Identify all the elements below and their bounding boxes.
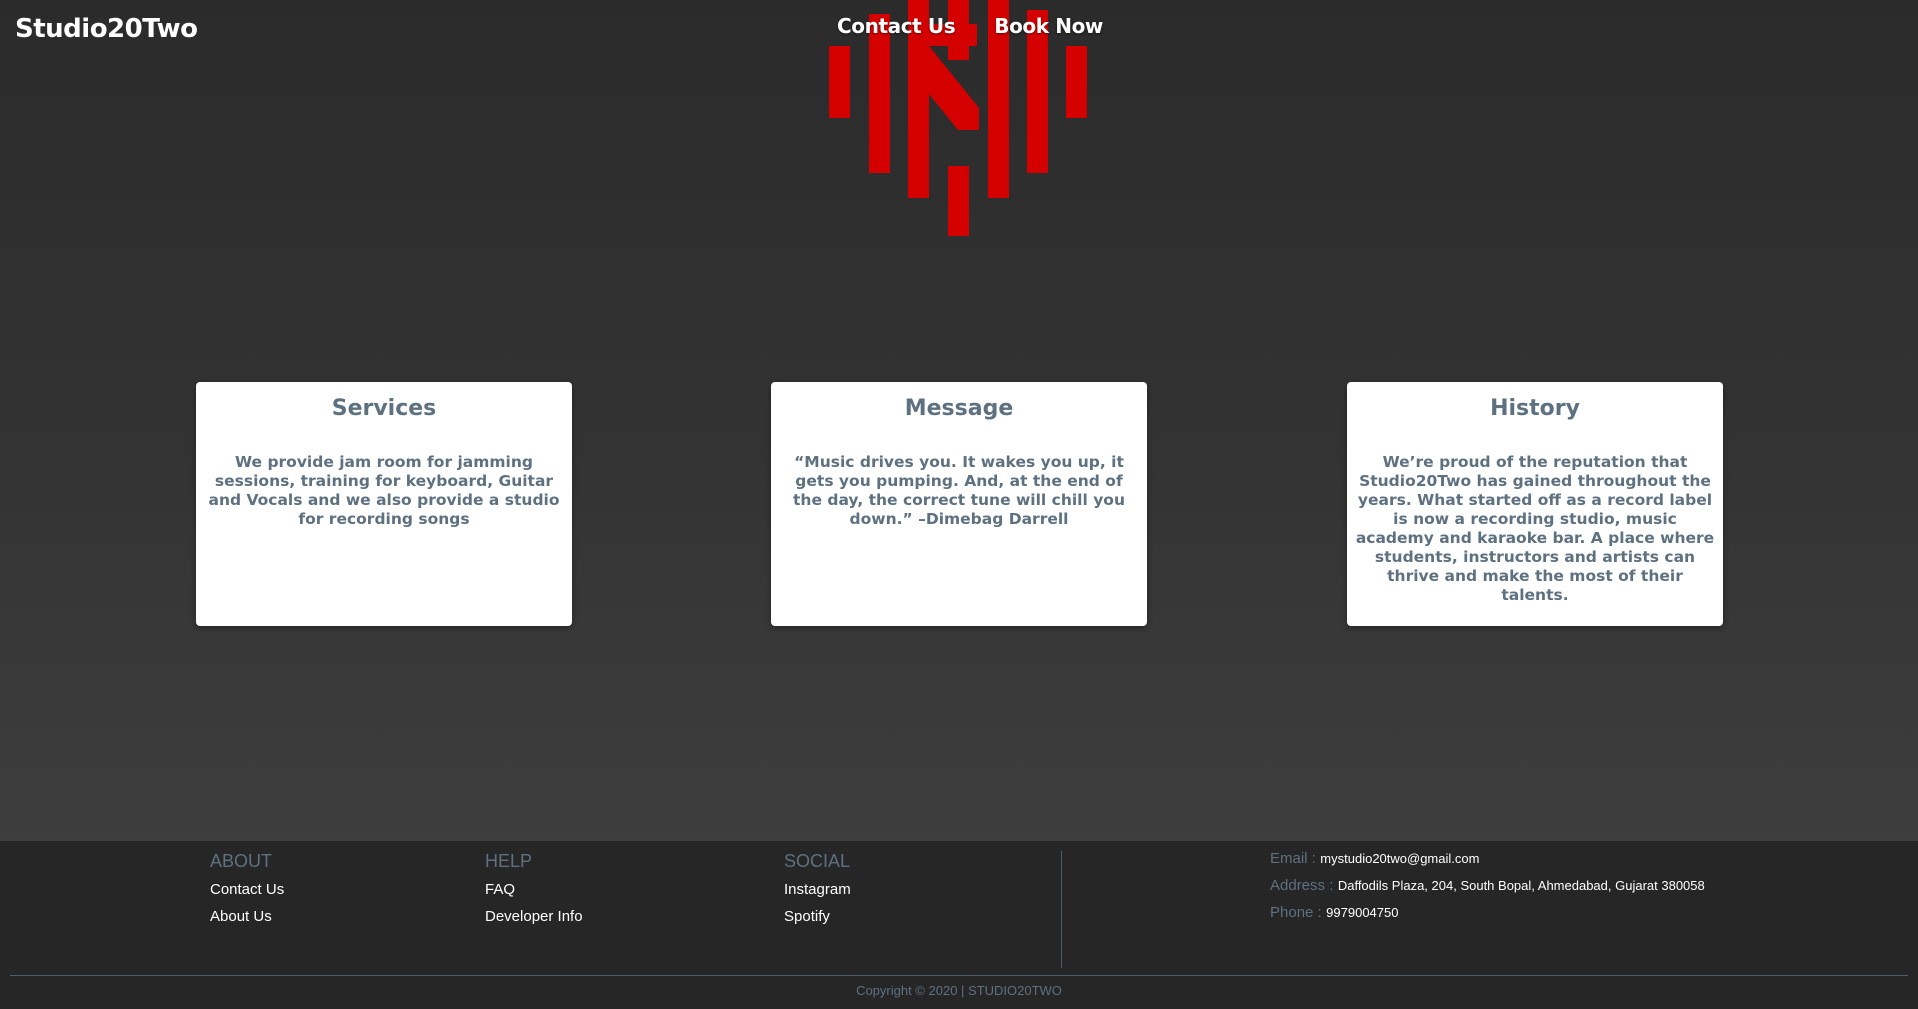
contact-address-row: Address : Daffodils Plaza, 204, South Bo… — [1270, 877, 1705, 895]
phone-value[interactable]: 9979004750 — [1326, 905, 1398, 920]
card-text: We provide jam room for jamming sessions… — [208, 453, 560, 528]
email-label: Email : — [1270, 850, 1316, 867]
nav-book-now[interactable]: Book Now — [994, 14, 1103, 38]
history-card: History We’re proud of the reputation th… — [1347, 382, 1723, 626]
top-nav: Contact Us Book Now — [837, 14, 1103, 38]
card-title: Message — [904, 396, 1014, 421]
phone-label: Phone : — [1270, 904, 1322, 921]
footer-about: ABOUT Contact Us About Us — [210, 851, 284, 935]
footer-link-spotify[interactable]: Spotify — [784, 908, 851, 925]
footer-help: HELP FAQ Developer Info — [485, 851, 583, 935]
brand-logo-text[interactable]: Studio20Two — [15, 14, 198, 44]
card-text: We’re proud of the reputation that Studi… — [1355, 453, 1715, 604]
address-label: Address : — [1270, 877, 1334, 894]
footer-about-heading: ABOUT — [210, 851, 273, 871]
footer-help-heading: HELP — [485, 851, 533, 871]
message-card: Message “Music drives you. It wakes you … — [771, 382, 1147, 626]
footer-link-developer-info[interactable]: Developer Info — [485, 908, 583, 925]
address-value: Daffodils Plaza, 204, South Bopal, Ahmed… — [1337, 878, 1705, 893]
footer-link-contact-us[interactable]: Contact Us — [210, 881, 284, 898]
copyright-text: Copyright © 2020 | STUDIO20TWO — [856, 983, 1062, 998]
footer-link-faq[interactable]: FAQ — [485, 881, 583, 898]
footer: ABOUT Contact Us About Us HELP FAQ Devel… — [0, 841, 1918, 1009]
card-title: History — [1490, 396, 1580, 421]
footer-social-heading: SOCIAL — [784, 851, 851, 871]
nav-contact-us[interactable]: Contact Us — [837, 14, 956, 38]
services-card: Services We provide jam room for jamming… — [196, 382, 572, 626]
email-value[interactable]: mystudio20two@gmail.com — [1320, 851, 1479, 866]
footer-separator — [10, 975, 1908, 976]
footer-contact: Email : mystudio20two@gmail.com Address … — [1270, 850, 1705, 931]
footer-link-about-us[interactable]: About Us — [210, 908, 284, 925]
contact-email-row: Email : mystudio20two@gmail.com — [1270, 850, 1705, 868]
card-title: Services — [331, 396, 437, 421]
footer-social: SOCIAL Instagram Spotify — [784, 851, 851, 935]
card-text: “Music drives you. It wakes you up, it g… — [793, 453, 1125, 528]
footer-divider — [1061, 851, 1062, 968]
footer-link-instagram[interactable]: Instagram — [784, 881, 851, 898]
contact-phone-row: Phone : 9979004750 — [1270, 904, 1705, 922]
